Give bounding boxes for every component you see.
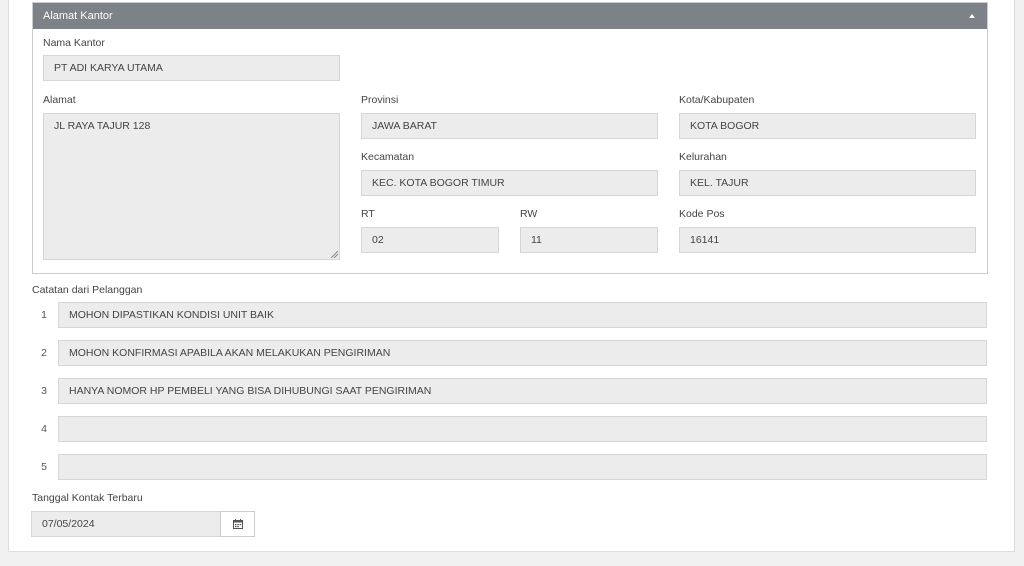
rt-field[interactable]: 02 (361, 227, 499, 253)
kelurahan-label: Kelurahan (679, 151, 727, 163)
kota-label: Kota/Kabupaten (679, 94, 755, 106)
note-field-2[interactable]: MOHON KONFIRMASI APABILA AKAN MELAKUKAN … (58, 340, 987, 366)
panel-header[interactable]: Alamat Kantor (33, 3, 987, 29)
calendar-button[interactable] (220, 511, 255, 537)
note-field-3[interactable]: HANYA NOMOR HP PEMBELI YANG BISA DIHUBUN… (58, 378, 987, 404)
calendar-icon (232, 519, 243, 529)
tanggal-input[interactable]: 07/05/2024 (31, 511, 221, 537)
nama-kantor-label: Nama Kantor (43, 37, 105, 49)
alamat-textarea[interactable]: JL RAYA TAJUR 128 (43, 113, 340, 260)
note-number: 3 (41, 385, 47, 397)
note-field-4[interactable] (58, 416, 987, 442)
rw-label: RW (520, 208, 538, 220)
rt-label: RT (361, 208, 375, 220)
kecamatan-field[interactable]: KEC. KOTA BOGOR TIMUR (361, 170, 658, 196)
kode-pos-field[interactable]: 16141 (679, 227, 976, 253)
catatan-label: Catatan dari Pelanggan (32, 284, 143, 296)
kota-field[interactable]: KOTA BOGOR (679, 113, 976, 139)
provinsi-field[interactable]: JAWA BARAT (361, 113, 658, 139)
note-number: 1 (41, 309, 47, 321)
kelurahan-field[interactable]: KEL. TAJUR (679, 170, 976, 196)
rw-field[interactable]: 11 (520, 227, 658, 253)
alamat-label: Alamat (43, 94, 76, 106)
collapse-caret-icon[interactable] (969, 14, 975, 18)
tanggal-label: Tanggal Kontak Terbaru (32, 492, 143, 504)
alamat-value: JL RAYA TAJUR 128 (54, 120, 151, 132)
note-number: 2 (41, 347, 47, 359)
kecamatan-label: Kecamatan (361, 151, 415, 163)
provinsi-label: Provinsi (361, 94, 399, 106)
note-field-5[interactable] (58, 454, 987, 480)
nama-kantor-field[interactable]: PT ADI KARYA UTAMA (43, 55, 340, 81)
note-number: 5 (41, 461, 47, 473)
kode-pos-label: Kode Pos (679, 208, 725, 220)
resize-grip-icon[interactable] (330, 250, 338, 258)
panel-title: Alamat Kantor (43, 10, 113, 22)
note-number: 4 (41, 423, 47, 435)
note-field-1[interactable]: MOHON DIPASTIKAN KONDISI UNIT BAIK (58, 302, 987, 328)
